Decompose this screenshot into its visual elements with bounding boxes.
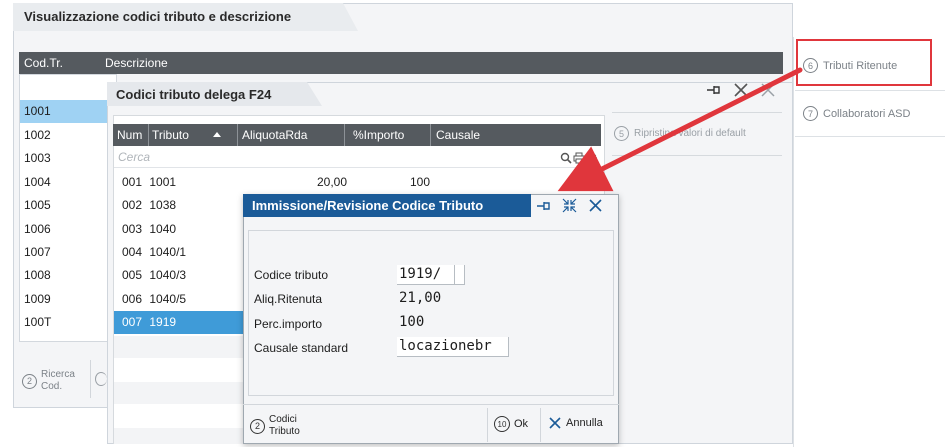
column-header-importo[interactable]: %Importo — [353, 128, 404, 142]
divider — [612, 112, 782, 113]
table-row[interactable]: 001 1001 20,00 100 — [114, 171, 602, 194]
column-header-num[interactable]: Num — [117, 128, 142, 142]
aliq-ritenuta-field[interactable]: 21,00 — [397, 289, 443, 307]
outer-window-title: Visualizzazione codici tributo e descriz… — [24, 9, 292, 24]
restore-icon[interactable] — [733, 82, 749, 98]
perc-importo-label: Perc.importo — [254, 317, 323, 331]
side-divider — [795, 136, 945, 137]
column-separator — [237, 124, 238, 146]
pin-icon[interactable] — [536, 199, 552, 213]
close-icon — [548, 416, 562, 430]
causale-standard-field[interactable]: locazionebr — [397, 337, 509, 357]
column-separator — [148, 124, 149, 146]
key-2-icon: 2 — [250, 418, 265, 434]
dialog-form-panel — [248, 230, 614, 396]
side-divider — [795, 90, 945, 91]
row-tributo: 1040 — [149, 222, 177, 236]
row-num: 005 — [122, 268, 143, 282]
column-header-causale[interactable]: Causale — [436, 128, 480, 142]
column-separator — [344, 124, 345, 146]
pin-icon[interactable] — [706, 83, 722, 97]
codici-tributo-button[interactable]: 2 Codici Tributo — [250, 410, 320, 442]
close-icon[interactable] — [760, 82, 776, 98]
column-header-descrizione[interactable]: Descrizione — [105, 56, 168, 70]
code-row[interactable]: 100T — [20, 311, 116, 334]
code-row[interactable]: 1003 — [20, 147, 116, 170]
button-divider — [540, 408, 541, 442]
ok-button[interactable]: 10 Ok — [494, 416, 528, 432]
side-item-collaboratori-asd[interactable]: 7 Collaboratori ASD — [803, 106, 910, 121]
annulla-button[interactable]: Annulla — [548, 416, 603, 430]
code-row[interactable]: 1002 — [20, 124, 116, 147]
button-divider — [487, 408, 488, 442]
ricerca-label: Ricerca — [41, 369, 75, 380]
causale-standard-label: Causale standard — [254, 341, 349, 355]
partial-button-icon — [95, 372, 107, 386]
ok-label: Ok — [514, 418, 529, 430]
perc-importo-field[interactable]: 100 — [397, 313, 426, 331]
button-divider — [90, 360, 91, 398]
column-separator — [430, 124, 431, 146]
ripristina-label: Ripristina valori di default — [634, 128, 746, 139]
aliq-ritenuta-label: Aliq.Ritenuta — [254, 292, 323, 306]
row-num: 007 — [122, 315, 143, 329]
search-icon[interactable] — [560, 151, 572, 164]
row-num: 003 — [122, 222, 143, 236]
code-row[interactable]: 1005 — [20, 194, 116, 217]
collapse-icon[interactable] — [562, 198, 577, 213]
row-tributo: 1001 — [149, 175, 177, 189]
column-header-aliquota[interactable]: AliquotaRda — [242, 128, 307, 142]
gear-icon[interactable] — [586, 151, 598, 163]
row-tributo: 1040/1 — [149, 245, 187, 259]
code-row[interactable]: 1006 — [20, 218, 116, 241]
row-tributo: 1040/5 — [149, 292, 187, 306]
key-10-icon: 10 — [494, 416, 510, 432]
column-header-tributo[interactable]: Tributo — [152, 128, 189, 142]
search-input[interactable]: Cerca — [118, 150, 150, 164]
row-tributo: 1919 — [149, 315, 177, 329]
code-row[interactable]: 1004 — [20, 171, 116, 194]
row-num: 006 — [122, 292, 143, 306]
row-num: 001 — [122, 175, 143, 189]
key-5-icon: 5 — [614, 126, 629, 141]
ripristina-button[interactable]: 5 Ripristina valori di default — [614, 126, 746, 141]
row-num: 002 — [122, 198, 143, 212]
dialog-title: Immissione/Revisione Codice Tributo — [252, 198, 484, 213]
annulla-label: Annulla — [566, 417, 603, 429]
key-2-icon: 2 — [22, 373, 37, 389]
row-tributo: 1040/3 — [149, 268, 187, 282]
ricerca-cod-button[interactable]: 2 Ricerca Cod. — [22, 362, 88, 400]
code-row[interactable]: 1008 — [20, 264, 116, 287]
print-icon[interactable] — [573, 151, 585, 164]
row-num: 004 — [122, 245, 143, 259]
codice-tributo-label: Codice tributo — [254, 268, 329, 282]
sort-ascending-icon[interactable] — [213, 132, 221, 137]
codice-tributo-suffix-field[interactable] — [455, 265, 465, 285]
side-menu — [793, 37, 945, 447]
f24-window-title: Codici tributo delega F24 — [116, 87, 272, 102]
divider — [612, 155, 782, 156]
close-icon[interactable] — [588, 198, 603, 213]
key-7-icon: 7 — [803, 106, 818, 121]
code-row[interactable]: 1009 — [20, 288, 116, 311]
row-importo: 100 — [410, 175, 431, 189]
row-aliquota: 20,00 — [317, 175, 348, 189]
code-row[interactable]: 1001 — [20, 100, 116, 123]
tributo-label: Tributo — [269, 426, 300, 437]
column-header-cod[interactable]: Cod.Tr. — [24, 56, 63, 70]
search-row[interactable] — [114, 146, 601, 168]
ricerca-label-2: Cod. — [41, 381, 63, 392]
row-tributo: 1038 — [149, 198, 177, 212]
codice-tributo-field[interactable]: 1919/ — [397, 265, 455, 285]
highlight-box — [796, 39, 932, 86]
side-item-label: Collaboratori ASD — [823, 107, 911, 120]
code-row[interactable]: 1007 — [20, 241, 116, 264]
codici-label: Codici — [269, 414, 297, 425]
